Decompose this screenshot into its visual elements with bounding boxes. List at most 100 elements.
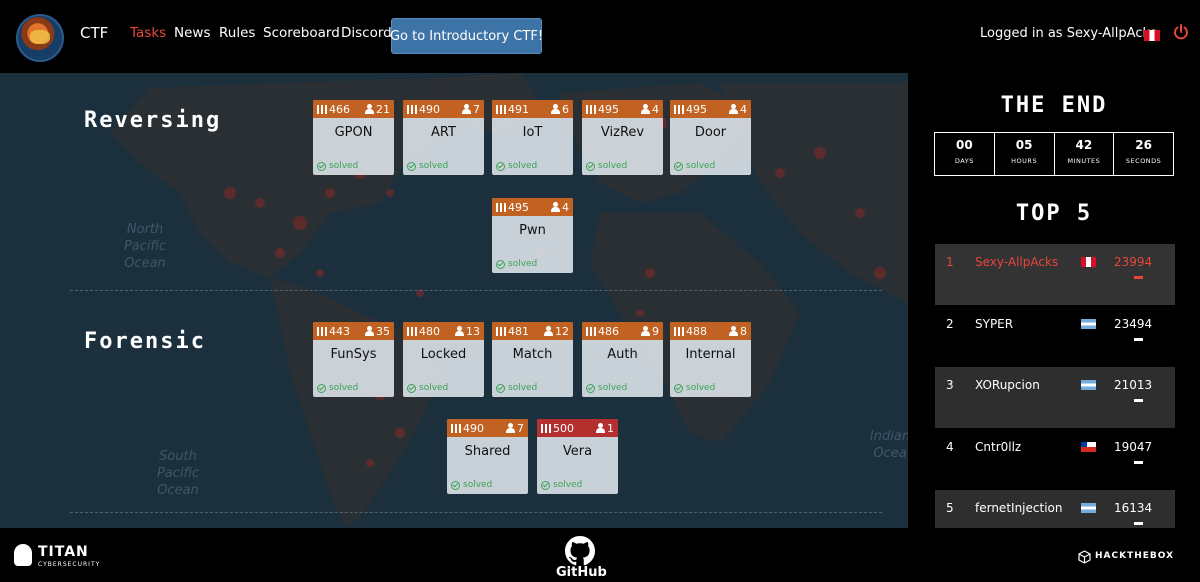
task-card[interactable]: 490 7 ART solved	[403, 100, 484, 175]
github-icon[interactable]	[565, 536, 595, 566]
countdown-timer: 00 DAYS 05 HOURS 42 MINUTES 26 SECONDS	[934, 132, 1174, 176]
user-icon	[551, 104, 560, 114]
task-solves-value: 7	[473, 102, 480, 116]
check-circle-icon	[674, 383, 683, 393]
task-status: solved	[407, 383, 448, 393]
nav-link-scoreboard[interactable]: Scoreboard	[263, 25, 340, 41]
nav-brand[interactable]: CTF	[80, 24, 108, 42]
countdown-value: 00	[956, 138, 973, 152]
task-solves: 9	[641, 325, 659, 338]
task-points: 491	[496, 103, 529, 116]
task-solves-value: 4	[652, 102, 659, 116]
task-card[interactable]: 500 1 Vera solved	[537, 419, 618, 494]
task-points: 481	[496, 325, 529, 338]
leaderboard-score: 21013	[1114, 378, 1153, 392]
leaderboard-team[interactable]: XORupcion	[975, 378, 1040, 392]
countdown-label: SECONDS	[1125, 157, 1162, 165]
svg-text:Ocean: Ocean	[124, 256, 166, 271]
leaderboard-team[interactable]: SYPER	[975, 317, 1013, 331]
logout-power-icon[interactable]	[1173, 24, 1189, 40]
leaderboard-team[interactable]: Cntr0llz	[975, 440, 1021, 454]
user-icon	[365, 326, 374, 336]
titan-name[interactable]: TITAN	[38, 544, 89, 560]
task-solves: 35	[365, 325, 390, 338]
task-status-label: solved	[329, 161, 359, 171]
task-status: solved	[586, 383, 627, 393]
task-points-value: 486	[598, 324, 619, 338]
task-card[interactable]: 443 35 FunSys solved	[313, 322, 394, 397]
task-solves-value: 4	[740, 102, 747, 116]
task-points: 443	[317, 325, 350, 338]
argentina-flag-icon	[1081, 380, 1096, 390]
leaderboard-rank: 3	[946, 378, 954, 392]
task-card-header: 480 13	[403, 322, 484, 340]
hackthebox-link[interactable]: HACKTHEBOX	[1095, 551, 1174, 561]
svg-text:Indian: Indian	[870, 429, 908, 444]
task-status: solved	[496, 161, 537, 171]
task-solves-value: 21	[376, 102, 390, 116]
hackthebox-cube-icon[interactable]	[1078, 550, 1091, 564]
svg-text:Ocea: Ocea	[873, 446, 906, 461]
bar-chart-icon	[541, 423, 551, 433]
task-card-header: 500 1	[537, 419, 618, 437]
task-name: IoT	[522, 125, 543, 140]
nav-link-tasks[interactable]: Tasks	[130, 25, 166, 41]
countdown-label: MINUTES	[1067, 157, 1101, 165]
task-status-label: solved	[598, 161, 628, 171]
task-status: solved	[674, 383, 715, 393]
titan-logo-icon[interactable]	[14, 544, 32, 566]
task-name: VizRev	[600, 125, 645, 140]
score-trend-marker	[1134, 461, 1143, 464]
leaderboard-row[interactable]: 3 XORupcion 21013	[935, 367, 1175, 428]
countdown-hours: 05 HOURS	[995, 133, 1055, 175]
score-trend-marker	[1134, 338, 1143, 341]
nav-link-news[interactable]: News	[174, 25, 210, 41]
countdown-minutes: 42 MINUTES	[1055, 133, 1115, 175]
task-card[interactable]: 495 4 Pwn solved	[492, 198, 573, 273]
nav-link-rules[interactable]: Rules	[219, 25, 255, 41]
task-status-label: solved	[508, 383, 538, 393]
leaderboard-score: 23494	[1114, 317, 1153, 331]
task-card[interactable]: 481 12 Match solved	[492, 322, 573, 397]
task-points-value: 490	[463, 421, 484, 435]
leaderboard-score: 23994	[1114, 255, 1153, 269]
check-circle-icon	[407, 383, 416, 393]
task-name: Pwn	[519, 223, 546, 238]
leaderboard-row[interactable]: 4 Cntr0llz 19047	[935, 429, 1175, 490]
task-status-label: solved	[463, 480, 493, 490]
task-status-label: solved	[553, 480, 583, 490]
ctf-logo[interactable]	[16, 14, 64, 62]
task-card[interactable]: 495 4 Door solved	[670, 100, 751, 175]
section-divider	[70, 290, 882, 291]
leaderboard-row[interactable]: 1 Sexy-AllpAcks 23994	[935, 244, 1175, 305]
task-status-label: solved	[686, 383, 716, 393]
task-points-value: 443	[329, 324, 350, 338]
task-name: Shared	[464, 444, 511, 459]
task-card[interactable]: 495 4 VizRev solved	[582, 100, 663, 175]
user-icon	[365, 104, 374, 114]
task-name: ART	[431, 125, 456, 140]
tasks-map-area: North Pacific Ocean South Pacific Ocean Indi…	[0, 73, 908, 528]
nav-link-discord[interactable]: Discord	[341, 25, 392, 41]
task-card[interactable]: 486 9 Auth solved	[582, 322, 663, 397]
peru-flag-icon	[1081, 257, 1096, 267]
task-card-header: 481 12	[492, 322, 573, 340]
check-circle-icon	[541, 480, 550, 490]
task-status-label: solved	[419, 161, 449, 171]
check-circle-icon	[317, 383, 326, 393]
task-card[interactable]: 466 21 GPON solved	[313, 100, 394, 175]
task-points: 500	[541, 422, 574, 435]
intro-ctf-button[interactable]: Go to Introductory CTF!	[390, 18, 543, 54]
task-status-label: solved	[508, 259, 538, 269]
task-status: solved	[674, 161, 715, 171]
leaderboard-team[interactable]: fernetInjection	[975, 501, 1062, 515]
task-card[interactable]: 488 8 Internal solved	[670, 322, 751, 397]
leaderboard-team[interactable]: Sexy-AllpAcks	[975, 255, 1058, 269]
leaderboard-row[interactable]: 2 SYPER 23494	[935, 306, 1175, 367]
score-trend-marker	[1134, 399, 1143, 402]
bar-chart-icon	[586, 104, 596, 114]
task-card[interactable]: 490 7 Shared solved	[447, 419, 528, 494]
task-card[interactable]: 491 6 IoT solved	[492, 100, 573, 175]
github-link[interactable]: GitHub	[556, 565, 607, 580]
task-card[interactable]: 480 13 Locked solved	[403, 322, 484, 397]
